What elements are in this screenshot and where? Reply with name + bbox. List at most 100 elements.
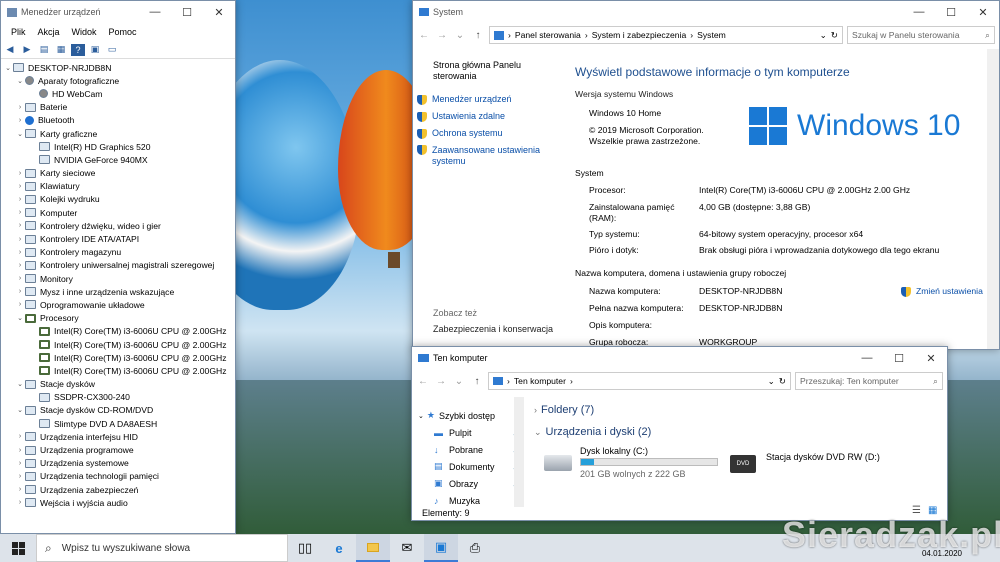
drive-c-tile[interactable]: Dysk lokalny (C:) 201 GB wolnych z 222 G… <box>540 445 720 479</box>
minimize-button[interactable]: — <box>851 347 883 369</box>
tree-category-item[interactable]: › Komputer <box>1 206 235 219</box>
menu-help[interactable]: Pomoc <box>103 27 143 37</box>
nav-item[interactable]: ▬Pulpit📌 <box>412 424 524 441</box>
device-manager-taskbar-icon[interactable]: ⎙ <box>458 534 492 562</box>
address-bar[interactable]: › Panel sterowania › System i zabezpiecz… <box>489 26 843 44</box>
refresh-icon[interactable]: ↻ <box>831 30 838 41</box>
breadcrumb-control-panel[interactable]: Panel sterowania <box>515 30 581 40</box>
device-tree[interactable]: ⌄ DESKTOP-NRJDB8N ⌄ Aparaty fotograficzne… <box>1 61 235 533</box>
nav-item[interactable]: ▤Dokumenty📌 <box>412 458 524 475</box>
menu-file[interactable]: Plik <box>5 27 32 37</box>
minimize-button[interactable]: — <box>139 1 171 23</box>
tree-category-item[interactable]: › Urządzenia interfejsu HID <box>1 430 235 443</box>
dropdown-chevron-icon[interactable]: ⌄ <box>820 30 827 41</box>
chevron-right-icon[interactable]: › <box>15 460 25 467</box>
forward-arrow-icon[interactable]: ▶ <box>20 44 34 56</box>
chevron-right-icon[interactable]: › <box>15 209 25 216</box>
chevron-right-icon[interactable]: › <box>15 288 25 295</box>
update-icon[interactable]: ▦ <box>54 44 68 56</box>
nav-scrollbar[interactable] <box>514 397 524 507</box>
folders-group-header[interactable]: › Foldery (7) <box>534 404 594 416</box>
chevron-right-icon[interactable]: › <box>15 262 25 269</box>
tree-category-item[interactable]: › Kolejki wydruku <box>1 193 235 206</box>
sidebar-item-device-manager[interactable]: Menedżer urządzeń <box>417 94 557 111</box>
chevron-right-icon[interactable]: › <box>15 499 25 506</box>
file-explorer-icon[interactable] <box>356 534 390 562</box>
forward-arrow-icon[interactable]: → <box>435 30 449 41</box>
tree-device-item[interactable]: Slimtype DVD A DA8AESH <box>1 417 235 430</box>
edge-browser-icon[interactable]: e <box>322 534 356 562</box>
chevron-down-icon[interactable]: ⌄ <box>15 406 25 414</box>
address-bar[interactable]: › Ten komputer › ⌄ ↻ <box>488 372 791 390</box>
maximize-button[interactable]: ☐ <box>935 1 967 23</box>
taskbar-search-box[interactable]: ⌕ Wpisz tu wyszukiwane słowa <box>36 534 288 562</box>
search-input[interactable]: Przeszukaj: Ten komputer ⌕ <box>795 372 943 390</box>
forward-arrow-icon[interactable]: → <box>434 376 448 387</box>
tree-category-item[interactable]: › Karty sieciowe <box>1 167 235 180</box>
tree-category-item[interactable]: › Kontrolery uniwersalnej magistrali szer… <box>1 259 235 272</box>
nav-item[interactable]: ▣Obrazy📌 <box>412 475 524 492</box>
drive-d-tile[interactable]: DVD Stacja dysków DVD RW (D:) <box>730 447 890 481</box>
chevron-right-icon[interactable]: › <box>15 486 25 493</box>
tree-category-item[interactable]: › Urządzenia systemowe <box>1 457 235 470</box>
tree-category-item[interactable]: ⌄ Procesory <box>1 312 235 325</box>
chevron-right-icon[interactable]: › <box>15 222 25 229</box>
expand-arrow-icon[interactable]: ⌄ <box>3 64 13 72</box>
tree-device-item[interactable]: SSDPR-CX300-240 <box>1 391 235 404</box>
close-button[interactable]: ✕ <box>967 1 999 23</box>
tree-category-item[interactable]: › Urządzenia programowe <box>1 443 235 456</box>
breadcrumb-system[interactable]: System <box>697 30 726 40</box>
tree-device-item[interactable]: Intel(R) HD Graphics 520 <box>1 140 235 153</box>
properties-icon[interactable]: ▤ <box>37 44 51 56</box>
explorer-titlebar[interactable]: Ten komputer — ☐ ✕ <box>412 347 947 369</box>
back-arrow-icon[interactable]: ← <box>417 30 431 41</box>
tree-category-item[interactable]: ⌄ Stacje dysków <box>1 378 235 391</box>
close-button[interactable]: ✕ <box>203 1 235 23</box>
chevron-right-icon[interactable]: › <box>15 249 25 256</box>
minimize-button[interactable]: — <box>903 1 935 23</box>
sidebar-item-protection[interactable]: Ochrona systemu <box>417 128 557 145</box>
explorer-window[interactable]: Ten komputer — ☐ ✕ ← → ⌄ ↑ › Ten kompute… <box>411 346 948 521</box>
maximize-button[interactable]: ☐ <box>171 1 203 23</box>
tree-device-item[interactable]: Intel(R) Core(TM) i3-6006U CPU @ 2.00GHz <box>1 351 235 364</box>
tree-device-item[interactable]: NVIDIA GeForce 940MX <box>1 153 235 166</box>
system-window[interactable]: System — ☐ ✕ ← → ⌄ ↑ › Panel sterowania … <box>412 0 1000 350</box>
menu-view[interactable]: Widok <box>66 27 103 37</box>
chevron-right-icon[interactable]: › <box>15 236 25 243</box>
tree-category-item[interactable]: › Mysz i inne urządzenia wskazujące <box>1 285 235 298</box>
tree-category-item[interactable]: ⌄ Aparaty fotograficzne <box>1 74 235 87</box>
refresh-icon[interactable]: ↻ <box>779 376 786 387</box>
device-manager-window[interactable]: Menedżer urządzeń — ☐ ✕ Plik Akcja Widok… <box>0 0 236 534</box>
chevron-right-icon[interactable]: › <box>15 473 25 480</box>
chevron-right-icon[interactable]: › <box>15 447 25 454</box>
sidebar-item-advanced[interactable]: Zaawansowane ustawienia systemu <box>417 145 557 167</box>
tree-category-item[interactable]: › Wejścia i wyjścia audio <box>1 496 235 509</box>
nav-item[interactable]: ♪ Muzyka <box>412 492 524 507</box>
close-button[interactable]: ✕ <box>915 347 947 369</box>
search-input[interactable]: Szukaj w Panelu sterowania ⌕ <box>847 26 995 44</box>
scrollbar[interactable] <box>987 49 999 349</box>
chevron-right-icon[interactable]: › <box>15 117 25 124</box>
tree-root[interactable]: ⌄ DESKTOP-NRJDB8N <box>1 61 235 74</box>
security-maintenance-link[interactable]: Zabezpieczenia i konserwacja <box>433 324 553 334</box>
tree-category-item[interactable]: › Urządzenia zabezpieczeń <box>1 483 235 496</box>
chevron-down-icon[interactable]: ⌄ <box>15 380 25 388</box>
tree-category-item[interactable]: › Kontrolery dźwięku, wideo i gier <box>1 219 235 232</box>
back-arrow-icon[interactable]: ◀ <box>3 44 17 56</box>
tree-category-item[interactable]: › Bluetooth <box>1 114 235 127</box>
dropdown-chevron-icon[interactable]: ⌄ <box>453 30 467 41</box>
up-arrow-icon[interactable]: ↑ <box>470 376 484 387</box>
tree-category-item[interactable]: › Baterie <box>1 101 235 114</box>
chevron-right-icon[interactable]: › <box>15 104 25 111</box>
sidebar-item-remote[interactable]: Ustawienia zdalne <box>417 111 557 128</box>
tree-category-item[interactable]: › Klawiatury <box>1 180 235 193</box>
chevron-right-icon[interactable]: › <box>15 433 25 440</box>
back-arrow-icon[interactable]: ← <box>416 376 430 387</box>
tree-category-item[interactable]: › Kontrolery magazynu <box>1 246 235 259</box>
view-icon[interactable]: ▣ <box>88 44 102 56</box>
nav-pane[interactable]: ⌄★Szybki dostęp ▬Pulpit📌↓Pobrane📌▤Dokume… <box>412 407 524 507</box>
tree-category-item[interactable]: › Oprogramowanie układowe <box>1 298 235 311</box>
up-arrow-icon[interactable]: ↑ <box>471 30 485 41</box>
nav-item-quick-access[interactable]: ⌄ ★ Szybki dostęp <box>412 407 524 424</box>
chevron-down-icon[interactable]: ⌄ <box>15 314 25 322</box>
